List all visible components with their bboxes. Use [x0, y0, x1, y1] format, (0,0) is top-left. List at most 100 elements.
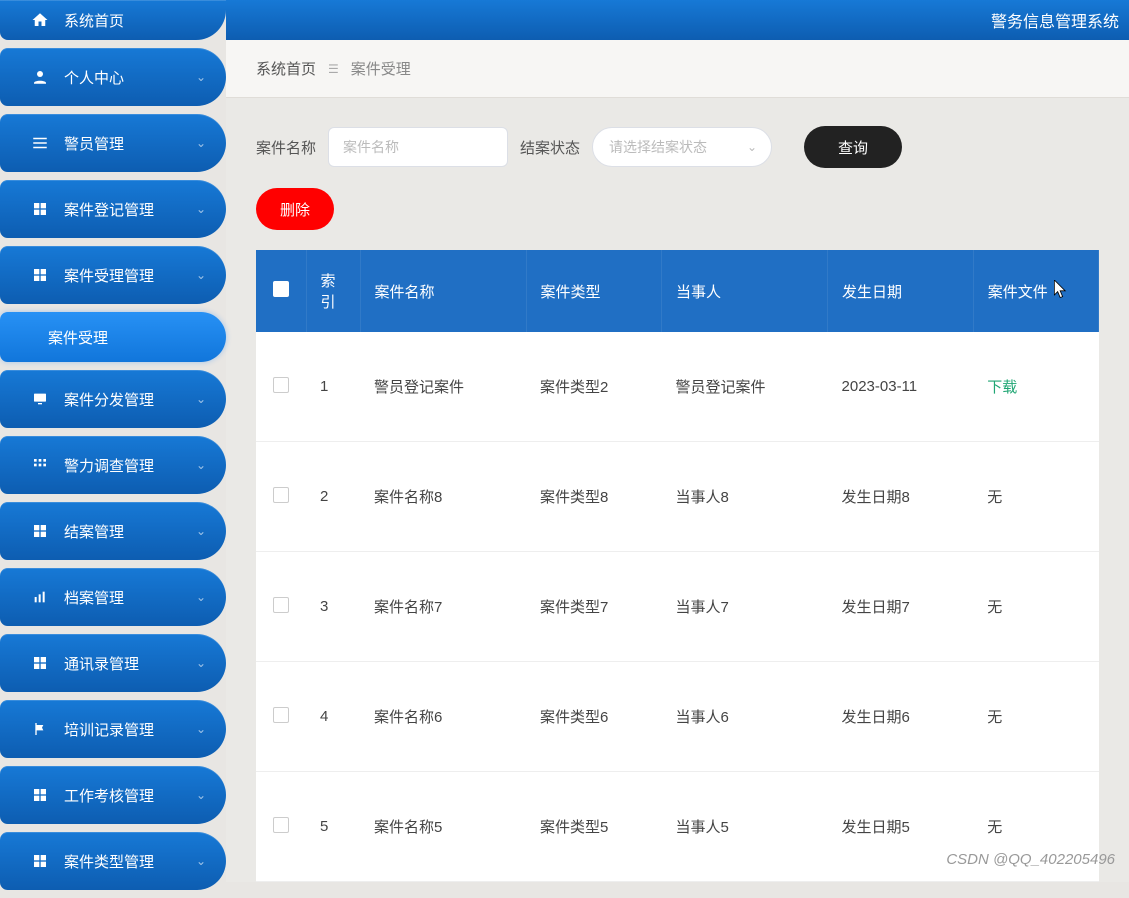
- sidebar-item-case-dispatch[interactable]: 案件分发管理 ⌄: [0, 370, 226, 428]
- row-checkbox[interactable]: [273, 707, 289, 723]
- sidebar-item-label: 个人中心: [64, 67, 124, 88]
- cell-file: 无: [973, 772, 1098, 882]
- column-party: 当事人: [662, 250, 828, 332]
- person-icon: [30, 67, 50, 87]
- sidebar-item-case-type[interactable]: 案件类型管理 ⌄: [0, 832, 226, 890]
- case-table: 索引 案件名称 案件类型 当事人 发生日期 案件文件 1警员登记案件案件类型2警…: [256, 250, 1099, 882]
- cell-index: 2: [306, 442, 360, 552]
- sidebar-item-label: 通讯录管理: [64, 653, 139, 674]
- chevron-down-icon: ⌄: [747, 140, 757, 154]
- sidebar-item-force-investigation[interactable]: 警力调查管理 ⌄: [0, 436, 226, 494]
- bars-icon: [30, 587, 50, 607]
- cell-date: 发生日期7: [828, 552, 974, 662]
- sidebar-item-training[interactable]: 培训记录管理 ⌄: [0, 700, 226, 758]
- sidebar-item-label: 培训记录管理: [64, 719, 154, 740]
- case-name-input[interactable]: [328, 127, 508, 167]
- home-icon: [30, 10, 50, 30]
- filter-status-label: 结案状态: [520, 137, 580, 158]
- cell-name: 案件名称7: [360, 552, 526, 662]
- filter-row: 案件名称 结案状态 请选择结案状态 ⌄ 查询: [256, 126, 1099, 168]
- cell-date: 2023-03-11: [828, 332, 974, 442]
- cell-type: 案件类型6: [526, 662, 662, 772]
- cell-party: 当事人6: [662, 662, 828, 772]
- sidebar-item-profile[interactable]: 个人中心 ⌄: [0, 48, 226, 106]
- chevron-down-icon: ⌄: [196, 70, 206, 84]
- sidebar-subitem-label: 案件受理: [48, 327, 108, 348]
- cell-type: 案件类型8: [526, 442, 662, 552]
- sidebar-item-label: 档案管理: [64, 587, 124, 608]
- cell-file: 无: [973, 442, 1098, 552]
- cell-index: 5: [306, 772, 360, 882]
- select-placeholder: 请选择结案状态: [609, 137, 707, 157]
- sidebar-item-label: 警员管理: [64, 133, 124, 154]
- sidebar-item-close-case[interactable]: 结案管理 ⌄: [0, 502, 226, 560]
- cell-type: 案件类型5: [526, 772, 662, 882]
- column-file: 案件文件: [973, 250, 1098, 332]
- row-checkbox[interactable]: [273, 817, 289, 833]
- sidebar-item-label: 系统首页: [64, 10, 124, 31]
- sidebar-item-contacts[interactable]: 通讯录管理 ⌄: [0, 634, 226, 692]
- table-header-row: 索引 案件名称 案件类型 当事人 发生日期 案件文件: [256, 250, 1099, 332]
- grid-icon: [30, 199, 50, 219]
- sidebar-item-archive[interactable]: 档案管理 ⌄: [0, 568, 226, 626]
- system-title: 警务信息管理系统: [991, 8, 1119, 32]
- sidebar-item-label: 案件登记管理: [64, 199, 154, 220]
- row-checkbox[interactable]: [273, 597, 289, 613]
- sidebar-item-assessment[interactable]: 工作考核管理 ⌄: [0, 766, 226, 824]
- monitor-icon: [30, 389, 50, 409]
- table-row: 4案件名称6案件类型6当事人6发生日期6无: [256, 662, 1099, 772]
- sidebar-item-label: 警力调查管理: [64, 455, 154, 476]
- chevron-down-icon: ⌄: [196, 136, 206, 150]
- grid-icon: [30, 265, 50, 285]
- sidebar-item-label: 结案管理: [64, 521, 124, 542]
- cell-name: 案件名称6: [360, 662, 526, 772]
- cell-name: 案件名称8: [360, 442, 526, 552]
- grid-icon: [30, 851, 50, 871]
- cell-index: 1: [306, 332, 360, 442]
- flag-icon: [30, 719, 50, 739]
- sidebar-item-officer-mgmt[interactable]: 警员管理 ⌄: [0, 114, 226, 172]
- sidebar-item-label: 案件分发管理: [64, 389, 154, 410]
- row-checkbox[interactable]: [273, 487, 289, 503]
- column-type: 案件类型: [526, 250, 662, 332]
- filter-name-label: 案件名称: [256, 137, 316, 158]
- grid-icon: [30, 521, 50, 541]
- top-bar: 警务信息管理系统: [226, 0, 1129, 40]
- sidebar: 系统首页 个人中心 ⌄ 警员管理 ⌄ 案件登记管理 ⌄ 案件受理管理 ⌄ 案件受…: [0, 0, 226, 898]
- cell-file: 无: [973, 662, 1098, 772]
- column-checkbox: [256, 250, 306, 332]
- sidebar-subitem-case-accept[interactable]: 案件受理: [0, 312, 226, 362]
- query-button[interactable]: 查询: [804, 126, 902, 168]
- chevron-down-icon: ⌄: [196, 524, 206, 538]
- cell-type: 案件类型2: [526, 332, 662, 442]
- cell-party: 当事人7: [662, 552, 828, 662]
- breadcrumb: 系统首页 ☰ 案件受理: [226, 40, 1129, 98]
- list-icon: [30, 133, 50, 153]
- cell-date: 发生日期5: [828, 772, 974, 882]
- delete-button[interactable]: 删除: [256, 188, 334, 230]
- select-all-checkbox[interactable]: [273, 281, 289, 297]
- cell-party: 当事人8: [662, 442, 828, 552]
- grid-icon: [30, 785, 50, 805]
- table-row: 2案件名称8案件类型8当事人8发生日期8无: [256, 442, 1099, 552]
- cell-file: 无: [973, 552, 1098, 662]
- chevron-down-icon: ⌄: [196, 722, 206, 736]
- chevron-down-icon: ⌄: [196, 590, 206, 604]
- sidebar-item-case-register[interactable]: 案件登记管理 ⌄: [0, 180, 226, 238]
- sidebar-item-case-accept[interactable]: 案件受理管理 ⌄: [0, 246, 226, 304]
- sidebar-item-label: 案件受理管理: [64, 265, 154, 286]
- grid-icon: [30, 653, 50, 673]
- chevron-down-icon: ⌄: [196, 392, 206, 406]
- row-checkbox[interactable]: [273, 377, 289, 393]
- chevron-down-icon: ⌄: [196, 202, 206, 216]
- cell-file[interactable]: 下载: [973, 332, 1098, 442]
- sidebar-item-home[interactable]: 系统首页: [0, 0, 226, 40]
- chevron-down-icon: ⌄: [196, 854, 206, 868]
- cell-date: 发生日期6: [828, 662, 974, 772]
- column-name: 案件名称: [360, 250, 526, 332]
- case-status-select[interactable]: 请选择结案状态 ⌄: [592, 127, 772, 167]
- column-index: 索引: [306, 250, 360, 332]
- chevron-down-icon: ⌄: [196, 788, 206, 802]
- cell-party: 警员登记案件: [662, 332, 828, 442]
- breadcrumb-home[interactable]: 系统首页: [256, 58, 316, 79]
